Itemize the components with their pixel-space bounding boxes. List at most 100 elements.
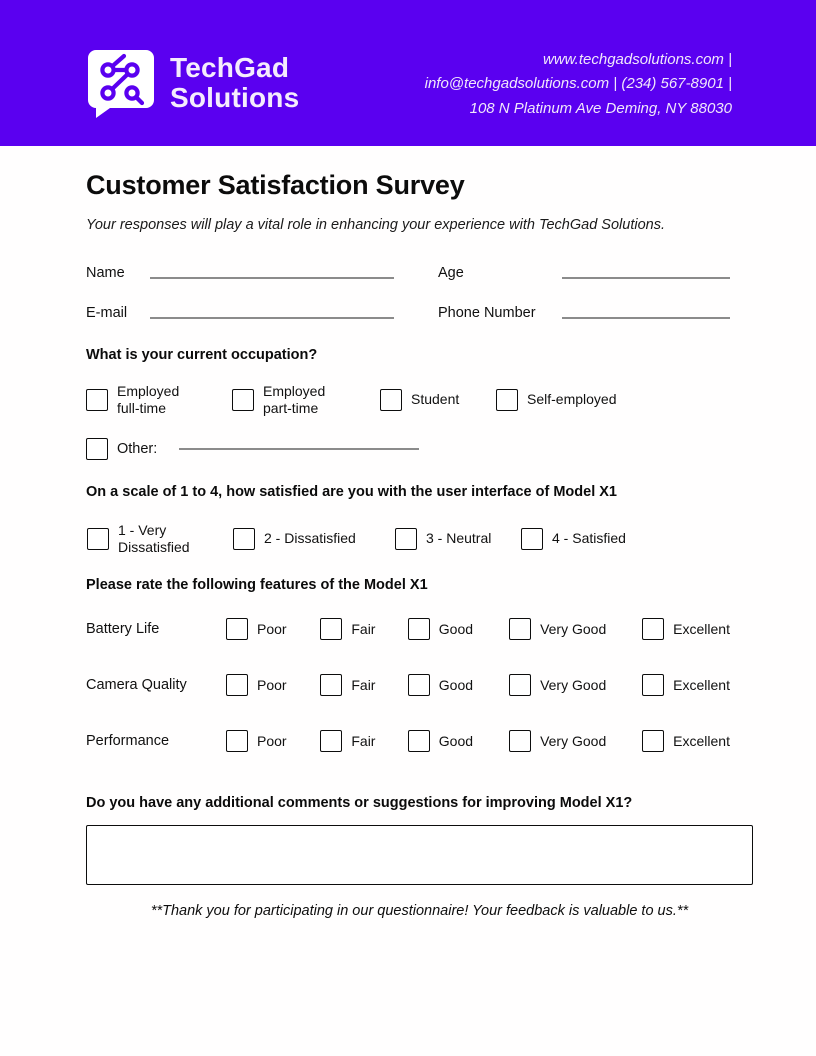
age-label: Age xyxy=(438,265,464,281)
checkbox-employed-full-time[interactable]: Employed full-time xyxy=(86,383,232,416)
checkbox-camera-excellent[interactable]: Excellent xyxy=(642,674,730,697)
checkbox-employed-part-time[interactable]: Employed part-time xyxy=(232,383,380,416)
checkbox-battery-good[interactable]: Good xyxy=(407,618,509,641)
checkbox-label: Good xyxy=(438,732,474,749)
field-row-1: Name Age xyxy=(86,265,730,283)
occupation-options: Employed full-time Employed part-time St… xyxy=(86,383,730,416)
checkbox-box[interactable] xyxy=(226,674,248,697)
checkbox-performance-poor[interactable]: Poor xyxy=(226,730,320,753)
feature-rating-matrix: Battery Life Poor Fair Good Very Good Ex… xyxy=(86,601,730,769)
name-field[interactable]: Name xyxy=(86,265,438,283)
page-header: TechGad Solutions www.techgadsolutions.c… xyxy=(0,0,816,146)
features-question: Please rate the following features of th… xyxy=(86,577,428,594)
table-row: Battery Life Poor Fair Good Very Good Ex… xyxy=(86,601,730,657)
checkbox-camera-very-good[interactable]: Very Good xyxy=(509,674,642,697)
company-contact-info: www.techgadsolutions.com | info@techgads… xyxy=(424,51,732,117)
checkbox-camera-good[interactable]: Good xyxy=(407,674,509,697)
checkbox-label: Student xyxy=(411,391,460,408)
checkbox-label: Good xyxy=(438,620,474,637)
checkbox-other[interactable] xyxy=(86,438,108,461)
checkbox-box[interactable] xyxy=(320,618,343,641)
checkbox-label: Excellent xyxy=(673,732,730,749)
checkbox-battery-excellent[interactable]: Excellent xyxy=(642,618,730,641)
feature-label: Battery Life xyxy=(86,621,160,638)
feature-label: Performance xyxy=(86,733,170,750)
checkbox-label: Self-employed xyxy=(527,391,617,408)
age-field[interactable]: Age xyxy=(438,265,730,283)
brand-lockup: TechGad Solutions xyxy=(86,48,299,118)
page-subtitle: Your responses will play a vital role in… xyxy=(86,217,665,233)
checkbox-label: Poor xyxy=(257,676,287,693)
survey-page: TechGad Solutions www.techgadsolutions.c… xyxy=(0,0,816,1056)
checkbox-box[interactable] xyxy=(226,618,248,641)
checkbox-box[interactable] xyxy=(509,618,532,641)
phone-input[interactable] xyxy=(562,317,730,319)
checkbox-battery-very-good[interactable]: Very Good xyxy=(509,618,642,641)
checkbox-box[interactable] xyxy=(320,674,343,697)
checkbox-label: 4 - Satisfied xyxy=(552,530,626,547)
other-label: Other: xyxy=(117,441,158,458)
checkbox-box[interactable] xyxy=(407,674,430,697)
brand-name: TechGad Solutions xyxy=(170,52,300,113)
checkbox-box[interactable] xyxy=(642,730,665,753)
checkbox-box[interactable] xyxy=(226,730,248,753)
checkbox-box[interactable] xyxy=(233,527,255,550)
checkbox-performance-fair[interactable]: Fair xyxy=(320,730,407,753)
checkbox-battery-poor[interactable]: Poor xyxy=(226,618,320,641)
satisfaction-options: 1 - Very Dissatisfied 2 - Dissatisfied 3… xyxy=(87,522,730,555)
checkbox-label: Fair xyxy=(351,676,376,693)
checkbox-scale-1[interactable]: 1 - Very Dissatisfied xyxy=(87,522,233,555)
comments-textarea[interactable] xyxy=(86,825,753,886)
checkbox-scale-3[interactable]: 3 - Neutral xyxy=(395,527,521,550)
checkbox-box[interactable] xyxy=(395,527,417,550)
checkbox-performance-good[interactable]: Good xyxy=(407,730,509,753)
other-input[interactable] xyxy=(179,448,420,451)
age-input[interactable] xyxy=(562,277,730,279)
checkbox-label: 1 - Very Dissatisfied xyxy=(118,522,190,555)
checkbox-box[interactable] xyxy=(509,674,532,697)
thank-you-note: **Thank you for participating in our que… xyxy=(150,903,689,920)
checkbox-scale-4[interactable]: 4 - Satisfied xyxy=(521,527,626,550)
checkbox-box[interactable] xyxy=(320,730,343,753)
occupation-other-row: Other: xyxy=(86,438,730,461)
checkbox-box[interactable] xyxy=(380,388,402,411)
checkbox-performance-excellent[interactable]: Excellent xyxy=(642,730,730,753)
checkbox-box[interactable] xyxy=(232,388,254,411)
page-title: Customer Satisfaction Survey xyxy=(86,170,465,200)
checkbox-box[interactable] xyxy=(642,674,665,697)
comments-question: Do you have any additional comments or s… xyxy=(86,795,633,812)
checkbox-box[interactable] xyxy=(87,527,109,550)
checkbox-box[interactable] xyxy=(86,388,108,411)
checkbox-performance-very-good[interactable]: Very Good xyxy=(509,730,642,753)
checkbox-camera-fair[interactable]: Fair xyxy=(320,674,407,697)
contact-fields: Name Age E-mail Phone Number xyxy=(86,265,730,323)
email-input[interactable] xyxy=(150,317,394,319)
checkbox-label: 3 - Neutral xyxy=(426,530,492,547)
checkbox-label: Very Good xyxy=(540,732,607,749)
checkbox-box[interactable] xyxy=(407,618,430,641)
checkbox-self-employed[interactable]: Self-employed xyxy=(496,388,617,411)
circuit-nodes-icon xyxy=(86,48,156,118)
checkbox-label: Fair xyxy=(351,732,376,749)
checkbox-label: Poor xyxy=(257,620,287,637)
checkbox-student[interactable]: Student xyxy=(380,388,496,411)
checkbox-battery-fair[interactable]: Fair xyxy=(320,618,407,641)
survey-body: Customer Satisfaction Survey Your respon… xyxy=(0,170,816,919)
table-row: Performance Poor Fair Good Very Good Exc… xyxy=(86,713,730,769)
checkbox-box[interactable] xyxy=(407,730,430,753)
checkbox-label: Excellent xyxy=(673,676,730,693)
checkbox-scale-2[interactable]: 2 - Dissatisfied xyxy=(233,527,395,550)
checkbox-label: Fair xyxy=(351,620,376,637)
checkbox-box[interactable] xyxy=(521,527,543,550)
checkbox-label: Very Good xyxy=(540,620,607,637)
phone-field[interactable]: Phone Number xyxy=(438,305,730,323)
checkbox-label: Very Good xyxy=(540,676,607,693)
name-input[interactable] xyxy=(150,277,394,279)
email-field[interactable]: E-mail xyxy=(86,305,438,323)
checkbox-camera-poor[interactable]: Poor xyxy=(226,674,320,697)
checkbox-box[interactable] xyxy=(509,730,532,753)
checkbox-label: Employed full-time xyxy=(117,383,180,416)
checkbox-box[interactable] xyxy=(496,388,518,411)
checkbox-box[interactable] xyxy=(642,618,665,641)
email-label: E-mail xyxy=(86,305,128,321)
